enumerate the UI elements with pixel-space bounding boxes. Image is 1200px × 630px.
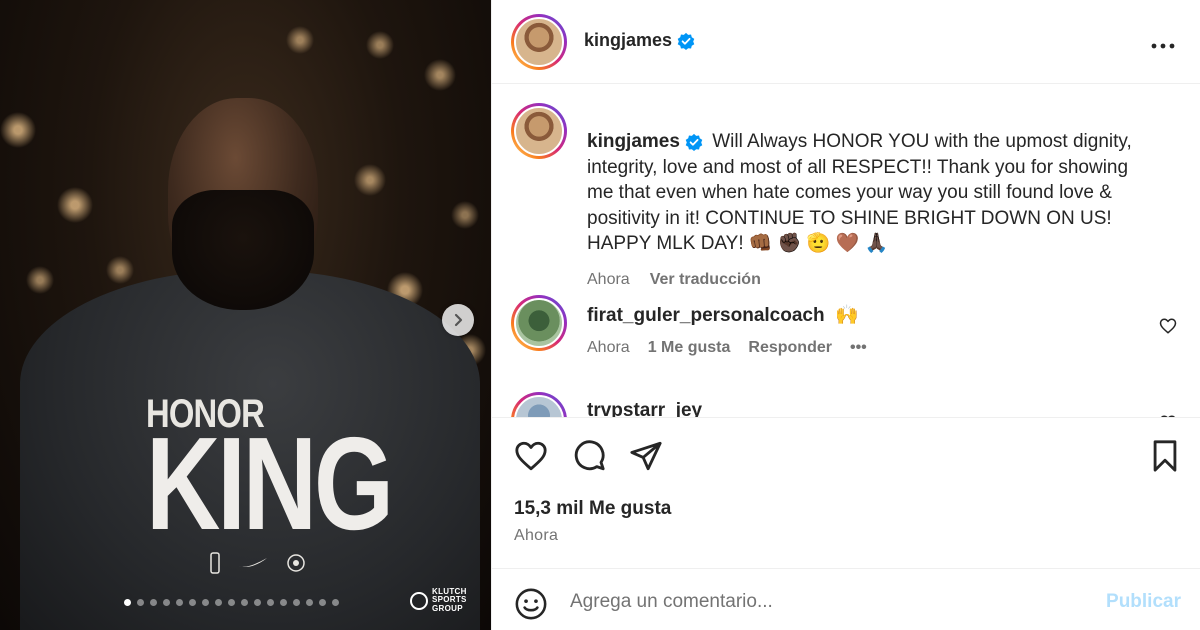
reply-button[interactable]: Responder [748, 339, 832, 357]
carousel-dot [215, 599, 222, 606]
comments-list[interactable]: kingjames Will Always HONOR YOU with the… [492, 84, 1200, 417]
carousel-indicator [124, 599, 339, 606]
add-comment-bar: Publicar [492, 568, 1200, 630]
author-avatar[interactable] [511, 14, 567, 70]
carousel-dot [176, 599, 183, 606]
carousel-dot [254, 599, 261, 606]
chevron-right-icon [454, 313, 463, 327]
carousel-dot [124, 599, 131, 606]
carousel-dot [319, 599, 326, 606]
carousel-dot [267, 599, 274, 606]
post-actions-bar [492, 417, 1200, 497]
comment-input[interactable] [570, 585, 1080, 619]
comment-time: Ahora [587, 339, 630, 356]
caption-time: Ahora [587, 270, 630, 288]
commenter-avatar[interactable] [511, 392, 567, 417]
commenter-username-link[interactable]: trvpstarr_jey [587, 400, 702, 417]
comment-meta: Ahora 1 Me gusta Responder ••• [587, 339, 1147, 357]
caption-username-link[interactable]: kingjames [587, 129, 703, 155]
like-comment-heart-icon[interactable] [1159, 317, 1177, 335]
like-heart-icon[interactable] [514, 439, 548, 473]
carousel-dot [241, 599, 248, 606]
shirt-logos [210, 552, 306, 574]
share-send-icon[interactable] [629, 439, 663, 473]
team-logo-icon [287, 554, 305, 572]
klutch-logo-icon [410, 591, 428, 610]
translate-button[interactable]: Ver traducción [650, 267, 761, 293]
carousel-dot [293, 599, 300, 606]
swoosh-logo-icon [239, 558, 267, 568]
more-options-icon[interactable] [1151, 30, 1175, 54]
author-username-link[interactable]: kingjames [584, 30, 695, 51]
comment-likes-link[interactable]: 1 Me gusta [648, 339, 731, 357]
carousel-dot [137, 599, 144, 606]
commenter-avatar[interactable] [511, 295, 567, 351]
league-logo-icon [210, 552, 220, 574]
verified-badge-icon [677, 32, 695, 50]
carousel-dot [332, 599, 339, 606]
publish-comment-button[interactable]: Publicar [1106, 591, 1181, 613]
carousel-dot [202, 599, 209, 606]
post-header: kingjames [492, 0, 1200, 84]
carousel-next-button[interactable] [442, 304, 474, 336]
comment-bubble-icon[interactable] [572, 439, 606, 473]
verified-badge-icon [685, 133, 703, 151]
carousel-dot [228, 599, 235, 606]
comment-text: 🙌 [835, 305, 859, 326]
photo-person-beard [172, 190, 314, 310]
comment-more-options-icon[interactable]: ••• [850, 339, 867, 357]
save-bookmark-icon[interactable] [1148, 439, 1182, 473]
commenter-username-link[interactable]: firat_guler_personalcoach [587, 305, 825, 326]
klutch-watermark: KLUTCH SPORTS GROUP [410, 587, 467, 613]
shirt-text-king: KING [146, 410, 394, 557]
emoji-picker-icon[interactable] [514, 587, 548, 621]
carousel-dot [163, 599, 170, 606]
carousel-dot [150, 599, 157, 606]
carousel-dot [280, 599, 287, 606]
post-timestamp[interactable]: Ahora [514, 527, 558, 545]
post-panel: kingjames kingjames Will Always HONOR YO… [491, 0, 1200, 630]
caption-author-avatar[interactable] [511, 103, 567, 159]
post-photo[interactable]: HONOR KING KLUTCH SPORTS GROUP [0, 0, 491, 630]
carousel-dot [306, 599, 313, 606]
likes-count-link[interactable]: 15,3 mil Me gusta [514, 498, 671, 520]
carousel-dot [189, 599, 196, 606]
caption-meta: Ahora Ver traducción [587, 267, 1157, 293]
